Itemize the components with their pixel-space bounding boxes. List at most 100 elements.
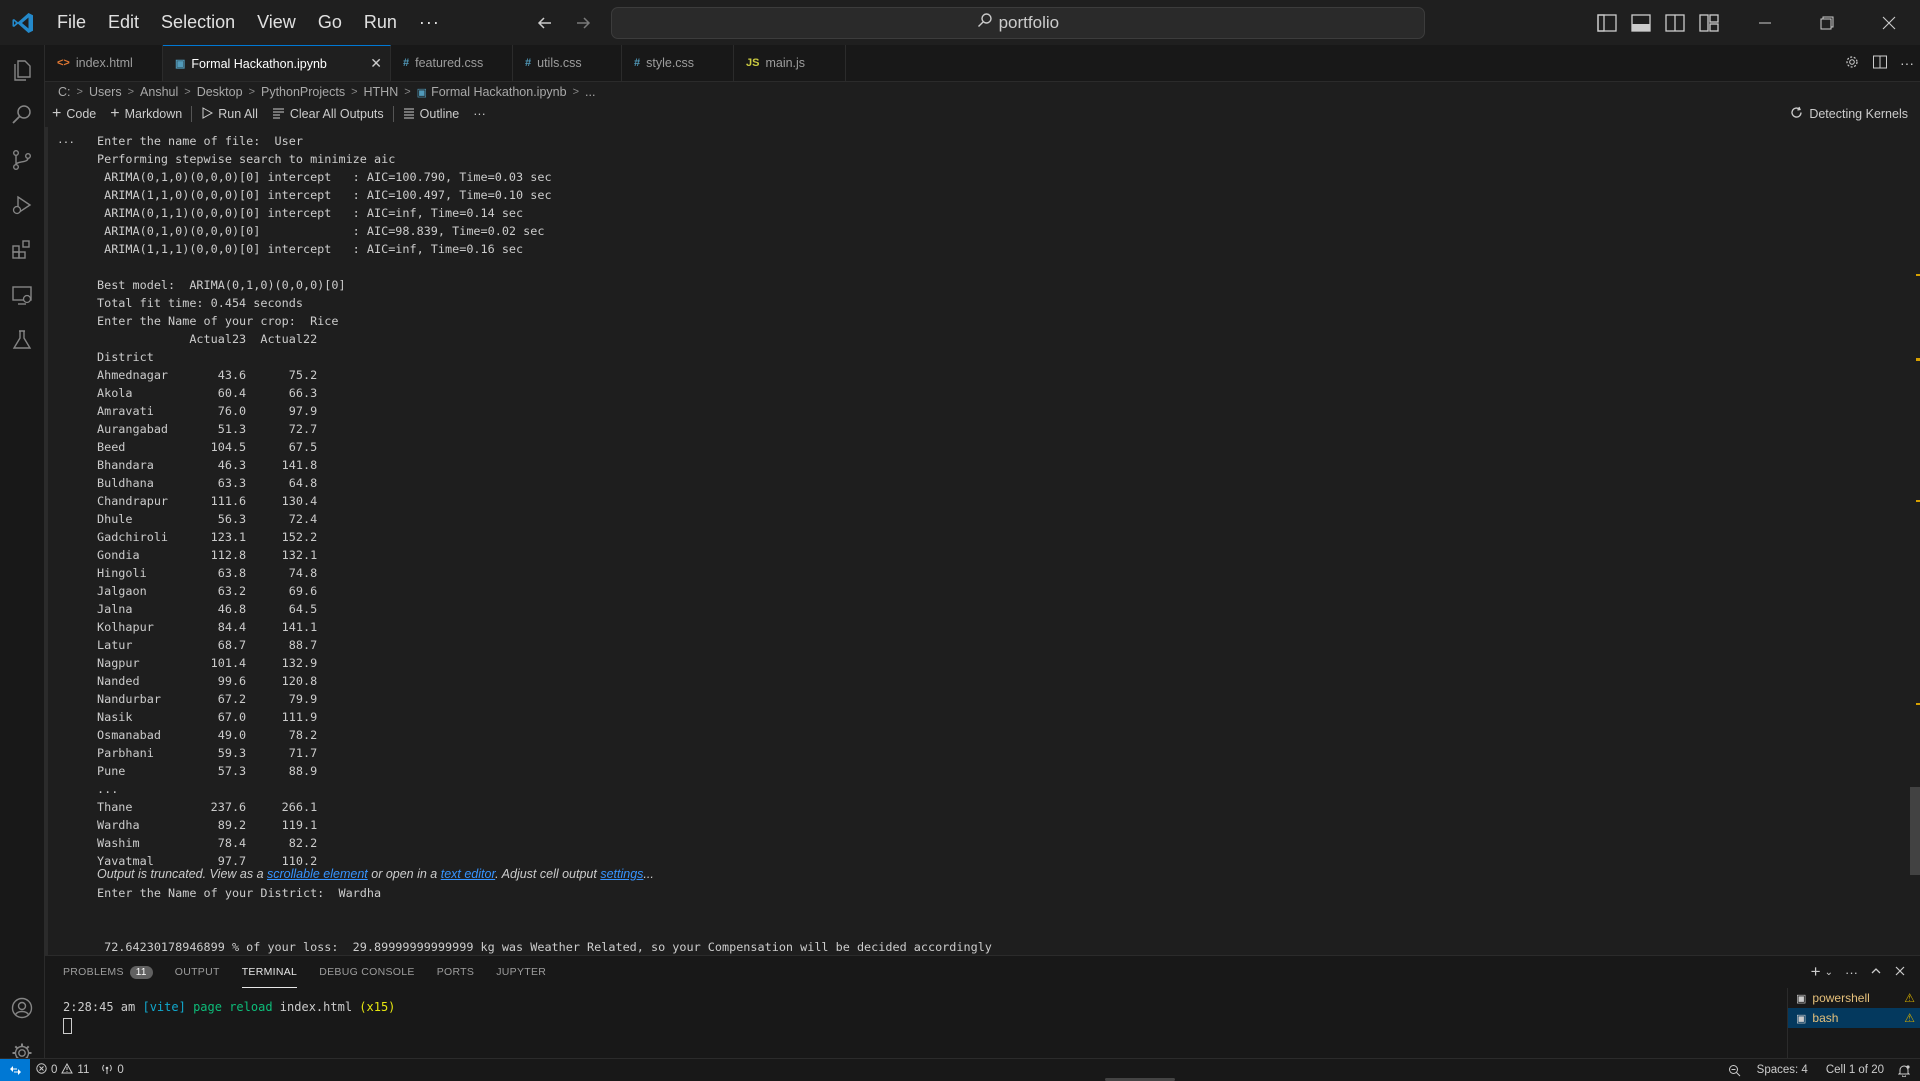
close-tab-icon[interactable]: ✕ bbox=[370, 55, 382, 72]
customize-layout-icon[interactable] bbox=[1697, 11, 1721, 35]
split-editor-icon[interactable] bbox=[1872, 54, 1888, 73]
outline-button[interactable]: Outline bbox=[396, 107, 467, 122]
chevron-right-icon: > bbox=[184, 86, 191, 98]
terminal-list: ▣ powershell ⚠ ▣ bash ⚠ bbox=[1787, 988, 1920, 1061]
cell-position-status[interactable]: Cell 1 of 20 bbox=[1818, 1064, 1892, 1076]
terminal-item-bash[interactable]: ▣ bash ⚠ bbox=[1788, 1008, 1920, 1028]
terminal-cursor bbox=[63, 1017, 72, 1034]
new-terminal-plus-icon[interactable]: + bbox=[1811, 962, 1821, 982]
overview-ruler-mark bbox=[1916, 703, 1920, 705]
breadcrumb-item[interactable]: Anshul bbox=[140, 85, 178, 99]
minimize-icon[interactable] bbox=[1734, 0, 1796, 45]
panel-actions: + ⌄ ··· bbox=[1811, 956, 1906, 988]
problems-status[interactable]: 0 11 bbox=[30, 1062, 95, 1077]
nav-arrows bbox=[533, 11, 595, 35]
more-actions-icon[interactable]: ··· bbox=[1845, 965, 1858, 980]
antenna-icon bbox=[101, 1063, 113, 1078]
terminal-output[interactable]: 2:28:45 am [vite] page reload index.html… bbox=[63, 998, 395, 1034]
menu-edit[interactable]: Edit bbox=[97, 0, 150, 45]
toolbar-more-button[interactable]: ··· bbox=[466, 107, 493, 121]
terminal-time: 2:28:45 am bbox=[63, 1000, 136, 1014]
source-control-icon[interactable] bbox=[0, 142, 44, 178]
title-bar: File Edit Selection View Go Run ··· port… bbox=[0, 0, 1920, 46]
vscode-logo-icon bbox=[0, 0, 46, 45]
text-editor-link[interactable]: text editor bbox=[441, 867, 495, 881]
close-icon[interactable] bbox=[1858, 0, 1920, 45]
toggle-primary-sidebar-icon[interactable] bbox=[1595, 11, 1619, 35]
breadcrumb: C: > Users > Anshul > Desktop > PythonProjec… bbox=[58, 82, 595, 102]
tab-problems[interactable]: PROBLEMS 11 bbox=[63, 956, 153, 988]
tab-output[interactable]: OUTPUT bbox=[175, 956, 220, 988]
breadcrumb-item[interactable]: Formal Hackathon.ipynb bbox=[431, 85, 566, 99]
menu-file[interactable]: File bbox=[46, 0, 97, 45]
back-arrow-icon[interactable] bbox=[533, 11, 557, 35]
tab-debug-console[interactable]: DEBUG CONSOLE bbox=[319, 956, 415, 988]
explorer-icon[interactable] bbox=[0, 52, 44, 88]
remote-explorer-icon[interactable] bbox=[0, 277, 44, 313]
toggle-panel-icon[interactable] bbox=[1629, 11, 1653, 35]
add-code-cell-button[interactable]: + Code bbox=[45, 105, 103, 123]
warning-icon: ⚠ bbox=[1904, 1011, 1915, 1025]
breadcrumb-item[interactable]: ... bbox=[585, 85, 595, 99]
testing-flask-icon[interactable] bbox=[0, 322, 44, 358]
extensions-icon[interactable] bbox=[0, 232, 44, 268]
notifications-bell-icon[interactable] bbox=[1892, 1064, 1916, 1077]
breadcrumb-item[interactable]: PythonProjects bbox=[261, 85, 345, 99]
maximize-panel-icon[interactable] bbox=[1870, 965, 1882, 980]
add-markdown-cell-button[interactable]: + Markdown bbox=[103, 105, 189, 123]
tab-jupyter[interactable]: JUPYTER bbox=[496, 956, 546, 988]
indentation-status[interactable]: Spaces: 4 bbox=[1747, 1064, 1818, 1076]
close-panel-icon[interactable] bbox=[1894, 965, 1906, 980]
terminal-item-powershell[interactable]: ▣ powershell ⚠ bbox=[1788, 988, 1920, 1008]
more-actions-icon[interactable]: ··· bbox=[1900, 55, 1914, 71]
kernel-picker[interactable]: Detecting Kernels bbox=[1790, 102, 1908, 126]
tab-main-js[interactable]: JS main.js bbox=[734, 45, 846, 81]
menu-view[interactable]: View bbox=[246, 0, 307, 45]
settings-link[interactable]: settings bbox=[600, 867, 643, 881]
breadcrumb-item[interactable]: Desktop bbox=[197, 85, 243, 99]
panel-tabs: PROBLEMS 11 OUTPUT TERMINAL DEBUG CONSOL… bbox=[63, 956, 546, 988]
zoom-icon[interactable] bbox=[1722, 1064, 1747, 1077]
menu-selection[interactable]: Selection bbox=[150, 0, 246, 45]
tab-featured-css[interactable]: # featured.css bbox=[391, 45, 513, 81]
tab-ports[interactable]: PORTS bbox=[437, 956, 474, 988]
vertical-scrollbar[interactable] bbox=[1910, 787, 1920, 875]
chevron-right-icon: > bbox=[76, 86, 83, 98]
tab-terminal[interactable]: TERMINAL bbox=[241, 956, 298, 988]
status-bar: 0 11 0 Spaces: 4 Cell 1 of 20 bbox=[0, 1058, 1920, 1081]
clear-outputs-icon bbox=[272, 107, 285, 122]
tab-formal-hackathon-ipynb[interactable]: ▣ Formal Hackathon.ipynb ✕ bbox=[163, 45, 391, 81]
clear-all-outputs-button[interactable]: Clear All Outputs bbox=[265, 107, 391, 122]
account-icon[interactable] bbox=[0, 990, 44, 1026]
js-file-icon: JS bbox=[746, 57, 760, 69]
breadcrumb-item[interactable]: Users bbox=[89, 85, 122, 99]
menu-more[interactable]: ··· bbox=[408, 0, 451, 45]
ports-status[interactable]: 0 bbox=[95, 1063, 129, 1078]
search-icon[interactable] bbox=[0, 97, 44, 133]
toggle-secondary-sidebar-icon[interactable] bbox=[1663, 11, 1687, 35]
breadcrumb-item[interactable]: HTHN bbox=[364, 85, 399, 99]
command-center-search[interactable]: portfolio bbox=[610, 6, 1425, 39]
remote-indicator[interactable] bbox=[0, 1059, 30, 1081]
menu-go[interactable]: Go bbox=[307, 0, 353, 45]
tab-index-html[interactable]: <> index.html bbox=[45, 45, 163, 81]
forward-arrow-icon[interactable] bbox=[571, 11, 595, 35]
chevron-down-icon[interactable]: ⌄ bbox=[1825, 967, 1833, 978]
menu-run[interactable]: Run bbox=[353, 0, 408, 45]
add-markdown-label: Markdown bbox=[124, 107, 183, 121]
notebook-settings-gear-icon[interactable] bbox=[1844, 54, 1860, 73]
output-actions-menu[interactable]: ··· bbox=[58, 133, 75, 149]
run-debug-icon[interactable] bbox=[0, 187, 44, 223]
scrollable-element-link[interactable]: scrollable element bbox=[267, 867, 368, 881]
tab-style-css[interactable]: # style.css bbox=[622, 45, 734, 81]
activity-bar bbox=[0, 45, 45, 1063]
restore-icon[interactable] bbox=[1796, 0, 1858, 45]
toolbar-divider bbox=[392, 106, 394, 122]
error-count: 0 bbox=[51, 1064, 58, 1076]
status-bar-right: Spaces: 4 Cell 1 of 20 bbox=[1722, 1059, 1916, 1081]
tab-utils-css[interactable]: # utils.css bbox=[513, 45, 622, 81]
run-all-button[interactable]: Run All bbox=[194, 106, 265, 122]
breadcrumb-item[interactable]: C: bbox=[58, 85, 71, 99]
window-controls bbox=[1734, 0, 1920, 45]
css-file-icon: # bbox=[634, 57, 641, 69]
